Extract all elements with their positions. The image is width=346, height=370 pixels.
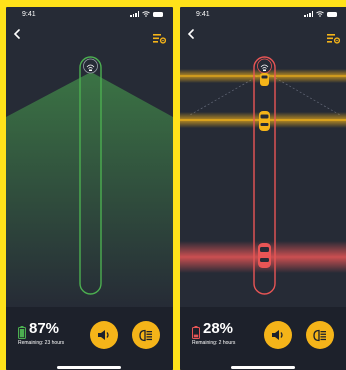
headlight-icon — [139, 329, 152, 341]
phone-screen-alert: 9:41 28% Remaining: 2 hours — [180, 7, 346, 370]
phone-screen-safe: 9:41 87% Remaining: 23 hours — [6, 7, 173, 370]
home-indicator — [231, 366, 295, 369]
speaker-icon — [272, 330, 283, 340]
battery-level-icon — [18, 326, 26, 339]
headlight-button[interactable] — [132, 321, 160, 349]
battery-percent: 87% — [29, 320, 60, 337]
battery-percent: 28% — [203, 320, 234, 337]
car-icon-near — [258, 243, 271, 268]
battery-level-icon — [192, 326, 200, 339]
home-indicator — [57, 366, 121, 369]
car-icon-far — [260, 73, 269, 86]
sensor-view — [180, 56, 346, 295]
detection-beam — [6, 72, 173, 307]
horn-button[interactable] — [264, 321, 292, 349]
battery-remaining: Remaining: 2 hours — [192, 340, 236, 346]
sensor-view — [6, 56, 173, 307]
headlight-icon — [313, 329, 326, 341]
headlight-button[interactable] — [306, 321, 334, 349]
bottom-control-bar: 28% Remaining: 2 hours — [180, 307, 346, 370]
bottom-control-bar: 87% Remaining: 23 hours — [6, 307, 173, 370]
speaker-icon — [98, 330, 109, 340]
horn-button[interactable] — [90, 321, 118, 349]
battery-remaining: Remaining: 23 hours — [18, 340, 65, 346]
car-icon-mid — [259, 111, 270, 131]
